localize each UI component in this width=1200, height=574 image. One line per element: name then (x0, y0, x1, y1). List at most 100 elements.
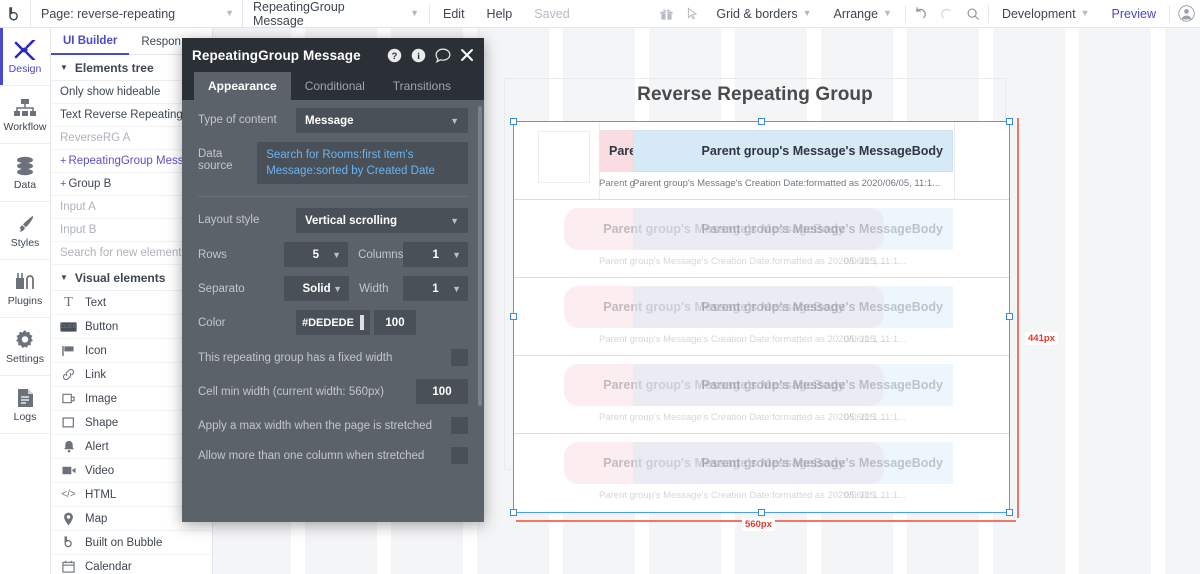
user-avatar-icon[interactable] (1172, 0, 1200, 28)
element-label: Shape (85, 416, 119, 429)
grid-borders-menu[interactable]: Grid & borders ▼ (705, 0, 822, 28)
search-icon[interactable] (960, 0, 986, 28)
table-row[interactable]: Parent group's Message's MessageBody Par… (514, 200, 1009, 278)
max-width-stretched-checkbox[interactable] (451, 417, 468, 434)
expand-plus-icon[interactable]: + (60, 155, 66, 167)
columns-dropdown[interactable]: 1 ▼ (403, 242, 469, 267)
tab-transitions[interactable]: Transitions (379, 72, 465, 100)
avatar-placeholder (538, 131, 590, 183)
edit-menu[interactable]: Edit (432, 0, 476, 28)
divider (904, 4, 906, 23)
document-icon (17, 386, 34, 408)
data-source-expression[interactable]: Search for Rooms:first item's Message:so… (257, 142, 468, 184)
cell-min-width-row: Cell min width (current width: 560px) 10… (198, 379, 468, 404)
fixed-width-label: This repeating group has a fixed width (198, 351, 393, 364)
element-label: Alert (85, 440, 109, 453)
color-hex-value: #DEDEDE (302, 316, 354, 329)
gear-icon (15, 328, 35, 350)
gift-icon[interactable] (653, 0, 679, 28)
table-row[interactable]: Parent group's Message's MessageBody Par… (514, 356, 1009, 434)
arrange-menu[interactable]: Arrange ▼ (823, 0, 903, 28)
separator-width-row: Separato Solid ▼ Width 1 ▼ (198, 276, 468, 301)
database-icon (15, 154, 35, 176)
separator-color-input[interactable]: #DEDEDE (296, 310, 370, 335)
rail-item-data[interactable]: Data (0, 144, 50, 202)
message-bubble-blue[interactable]: Parent group's Message's MessageBody (633, 208, 953, 250)
element-label: HTML (85, 488, 117, 501)
preview-button[interactable]: Preview (1101, 0, 1167, 28)
divider (987, 4, 989, 23)
rail-label: Workflow (3, 121, 47, 133)
element-calendar[interactable]: Calendar (51, 555, 212, 574)
version-selector[interactable]: Development ▼ (991, 0, 1101, 28)
separator-dropdown[interactable]: Solid ▼ (284, 276, 350, 301)
multi-column-stretched-checkbox[interactable] (451, 447, 468, 464)
table-row[interactable]: Parent group's Message's MessageBody Par… (514, 434, 1009, 512)
help-circle-icon[interactable]: ? (387, 48, 402, 63)
comment-bubble-icon[interactable] (435, 48, 451, 63)
tree-item-label: Text Reverse Repeating Gr (60, 109, 199, 121)
repeating-group[interactable]: Parer Parent group's Message's MessageBo… (514, 122, 1009, 512)
rail-item-logs[interactable]: Logs (0, 376, 50, 434)
property-editor-scrollbar[interactable] (478, 106, 482, 406)
divider (429, 4, 430, 23)
chevron-down-icon: ▼ (452, 249, 462, 260)
tab-ui-builder[interactable]: UI Builder (51, 28, 130, 55)
expand-plus-icon[interactable]: + (60, 178, 66, 190)
color-opacity-input[interactable]: 100 (374, 310, 416, 335)
page-selector[interactable]: Page: reverse-repeating ▼ (30, 0, 242, 28)
rows-dropdown[interactable]: 5 ▼ (283, 242, 349, 267)
property-editor[interactable]: RepeatingGroup Message ? i Appearance Co… (182, 38, 484, 522)
separator-width-dropdown[interactable]: 1 ▼ (403, 276, 468, 301)
type-of-content-dropdown[interactable]: Message ▼ (296, 108, 468, 133)
rail-item-design[interactable]: Design (0, 28, 50, 86)
design-tools-icon (14, 38, 36, 60)
table-row[interactable]: Parer Parent group's Message's MessageBo… (514, 122, 1009, 200)
divider (1169, 4, 1170, 23)
message-date-right: 05, 11:1... (844, 256, 886, 267)
button-click-icon: CLICK (60, 321, 77, 332)
message-bubble-blue[interactable]: Parent group's Message's MessageBody (633, 364, 953, 406)
close-icon[interactable] (460, 48, 474, 62)
visual-elements-label: Visual elements (74, 270, 166, 285)
rows-label: Rows (198, 248, 227, 261)
bubble-logo-icon[interactable] (0, 0, 30, 28)
tab-appearance[interactable]: Appearance (194, 72, 291, 100)
rail-item-settings[interactable]: Settings (0, 318, 50, 376)
layout-style-dropdown[interactable]: Vertical scrolling ▼ (296, 208, 468, 233)
rail-label: Logs (13, 411, 37, 423)
message-bubble-blue[interactable]: Parent group's Message's MessageBody (633, 130, 953, 172)
columns-label: Columns (358, 248, 404, 261)
multi-column-stretched-label: Allow more than one column when stretche… (198, 449, 425, 462)
message-bubble-blue[interactable]: Parent group's Message's MessageBody (633, 442, 953, 484)
cursor-arrow-icon[interactable] (679, 0, 705, 28)
rail-item-plugins[interactable]: Plugins (0, 260, 50, 318)
rail-label: Plugins (7, 295, 43, 307)
fixed-width-checkbox[interactable] (451, 349, 468, 366)
height-dimension-label: 441px (1025, 332, 1058, 345)
help-menu[interactable]: Help (476, 0, 524, 28)
message-bubble-blue[interactable]: Parent group's Message's MessageBody (633, 286, 953, 328)
element-selector[interactable]: RepeatingGroup Message ▼ (242, 0, 427, 28)
square-shape-icon (60, 416, 77, 429)
redo-icon[interactable] (934, 0, 960, 28)
message-date-left: Parent g (599, 178, 635, 189)
element-built-on-bubble[interactable]: Built on Bubble (51, 531, 212, 555)
rail-item-workflow[interactable]: Workflow (0, 86, 50, 144)
message-date-right: 05, 11:1... (844, 490, 886, 501)
rail-item-styles[interactable]: Styles (0, 202, 50, 260)
elements-tree-label: Elements tree (74, 60, 154, 75)
page-selector-label: Page: reverse-repeating (41, 6, 176, 21)
fixed-width-row: This repeating group has a fixed width (198, 349, 468, 366)
bubble-editor-app: Page: reverse-repeating ▼ RepeatingGroup… (0, 0, 1200, 574)
info-circle-icon[interactable]: i (411, 48, 426, 63)
undo-icon[interactable] (908, 0, 934, 28)
tab-conditional[interactable]: Conditional (291, 72, 379, 100)
cell-min-width-label: Cell min width (current width: 560px) (198, 385, 384, 398)
svg-text:?: ? (392, 50, 398, 60)
cell-min-width-input[interactable]: 100 (416, 379, 468, 404)
table-row[interactable]: Parent group's Message's MessageBody Par… (514, 278, 1009, 356)
color-swatch[interactable] (359, 315, 364, 330)
color-label: Color (198, 316, 226, 329)
color-row: Color #DEDEDE 100 (198, 310, 468, 335)
